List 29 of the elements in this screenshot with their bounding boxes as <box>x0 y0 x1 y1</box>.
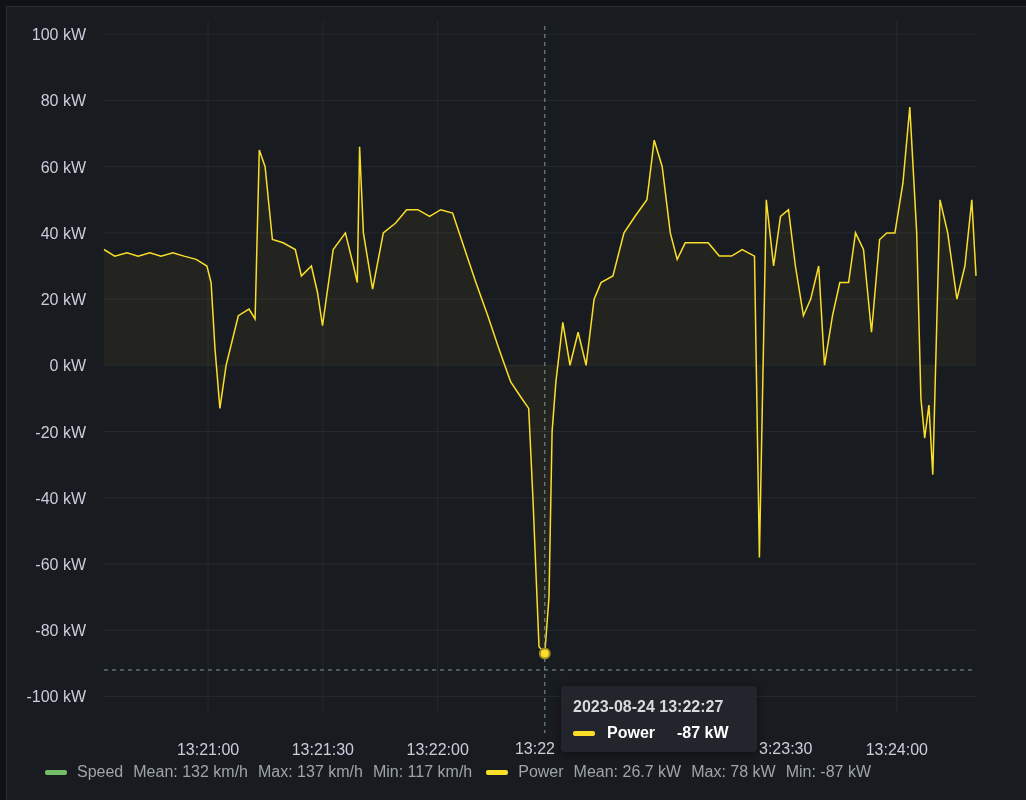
legend-stat: Max: 78 kW <box>691 763 776 781</box>
y-axis-label: -80 kW <box>35 622 86 640</box>
y-axis-label: 100 kW <box>31 26 86 44</box>
y-axis-label: 0 kW <box>49 357 86 375</box>
x-axis-label: 13:21:00 <box>176 741 240 758</box>
series-value: -87 kW <box>677 724 729 742</box>
x-axis-label: 13:22:00 <box>406 741 469 758</box>
y-axis-label: 40 kW <box>40 224 86 242</box>
x-axis-label: 13:22 <box>514 740 555 758</box>
legend-stat: Mean: 26.7 kW <box>573 763 682 781</box>
y-axis-label: -20 kW <box>35 423 86 441</box>
y-axis-label: 80 kW <box>40 92 86 110</box>
legend-stat: Mean: 132 km/h <box>133 763 248 781</box>
y-axis-label: 60 kW <box>40 158 86 176</box>
y-axis-label: -60 kW <box>35 556 86 573</box>
tooltip-time: 2023-08-24 13:22:27 <box>573 698 725 716</box>
legend-series-name[interactable]: Speed <box>77 763 124 781</box>
x-axis-label: 13:24:00 <box>865 741 928 758</box>
legend-series-name[interactable]: Power <box>518 763 564 781</box>
legend-stat: Min: -87 kW <box>785 763 871 781</box>
legend-stat: Max: 137 km/h <box>258 763 363 781</box>
y-axis-label: -100 kW <box>26 688 86 706</box>
y-axis-label: -40 kW <box>35 489 86 507</box>
x-axis-label: 3:23:30 <box>759 740 813 758</box>
legend-stat: Min: 117 km/h <box>372 763 473 781</box>
hover-point <box>538 647 551 660</box>
y-axis-label: 20 kW <box>40 291 86 309</box>
x-axis-label: 13:21:30 <box>291 741 354 758</box>
series-name: Power <box>607 724 655 742</box>
